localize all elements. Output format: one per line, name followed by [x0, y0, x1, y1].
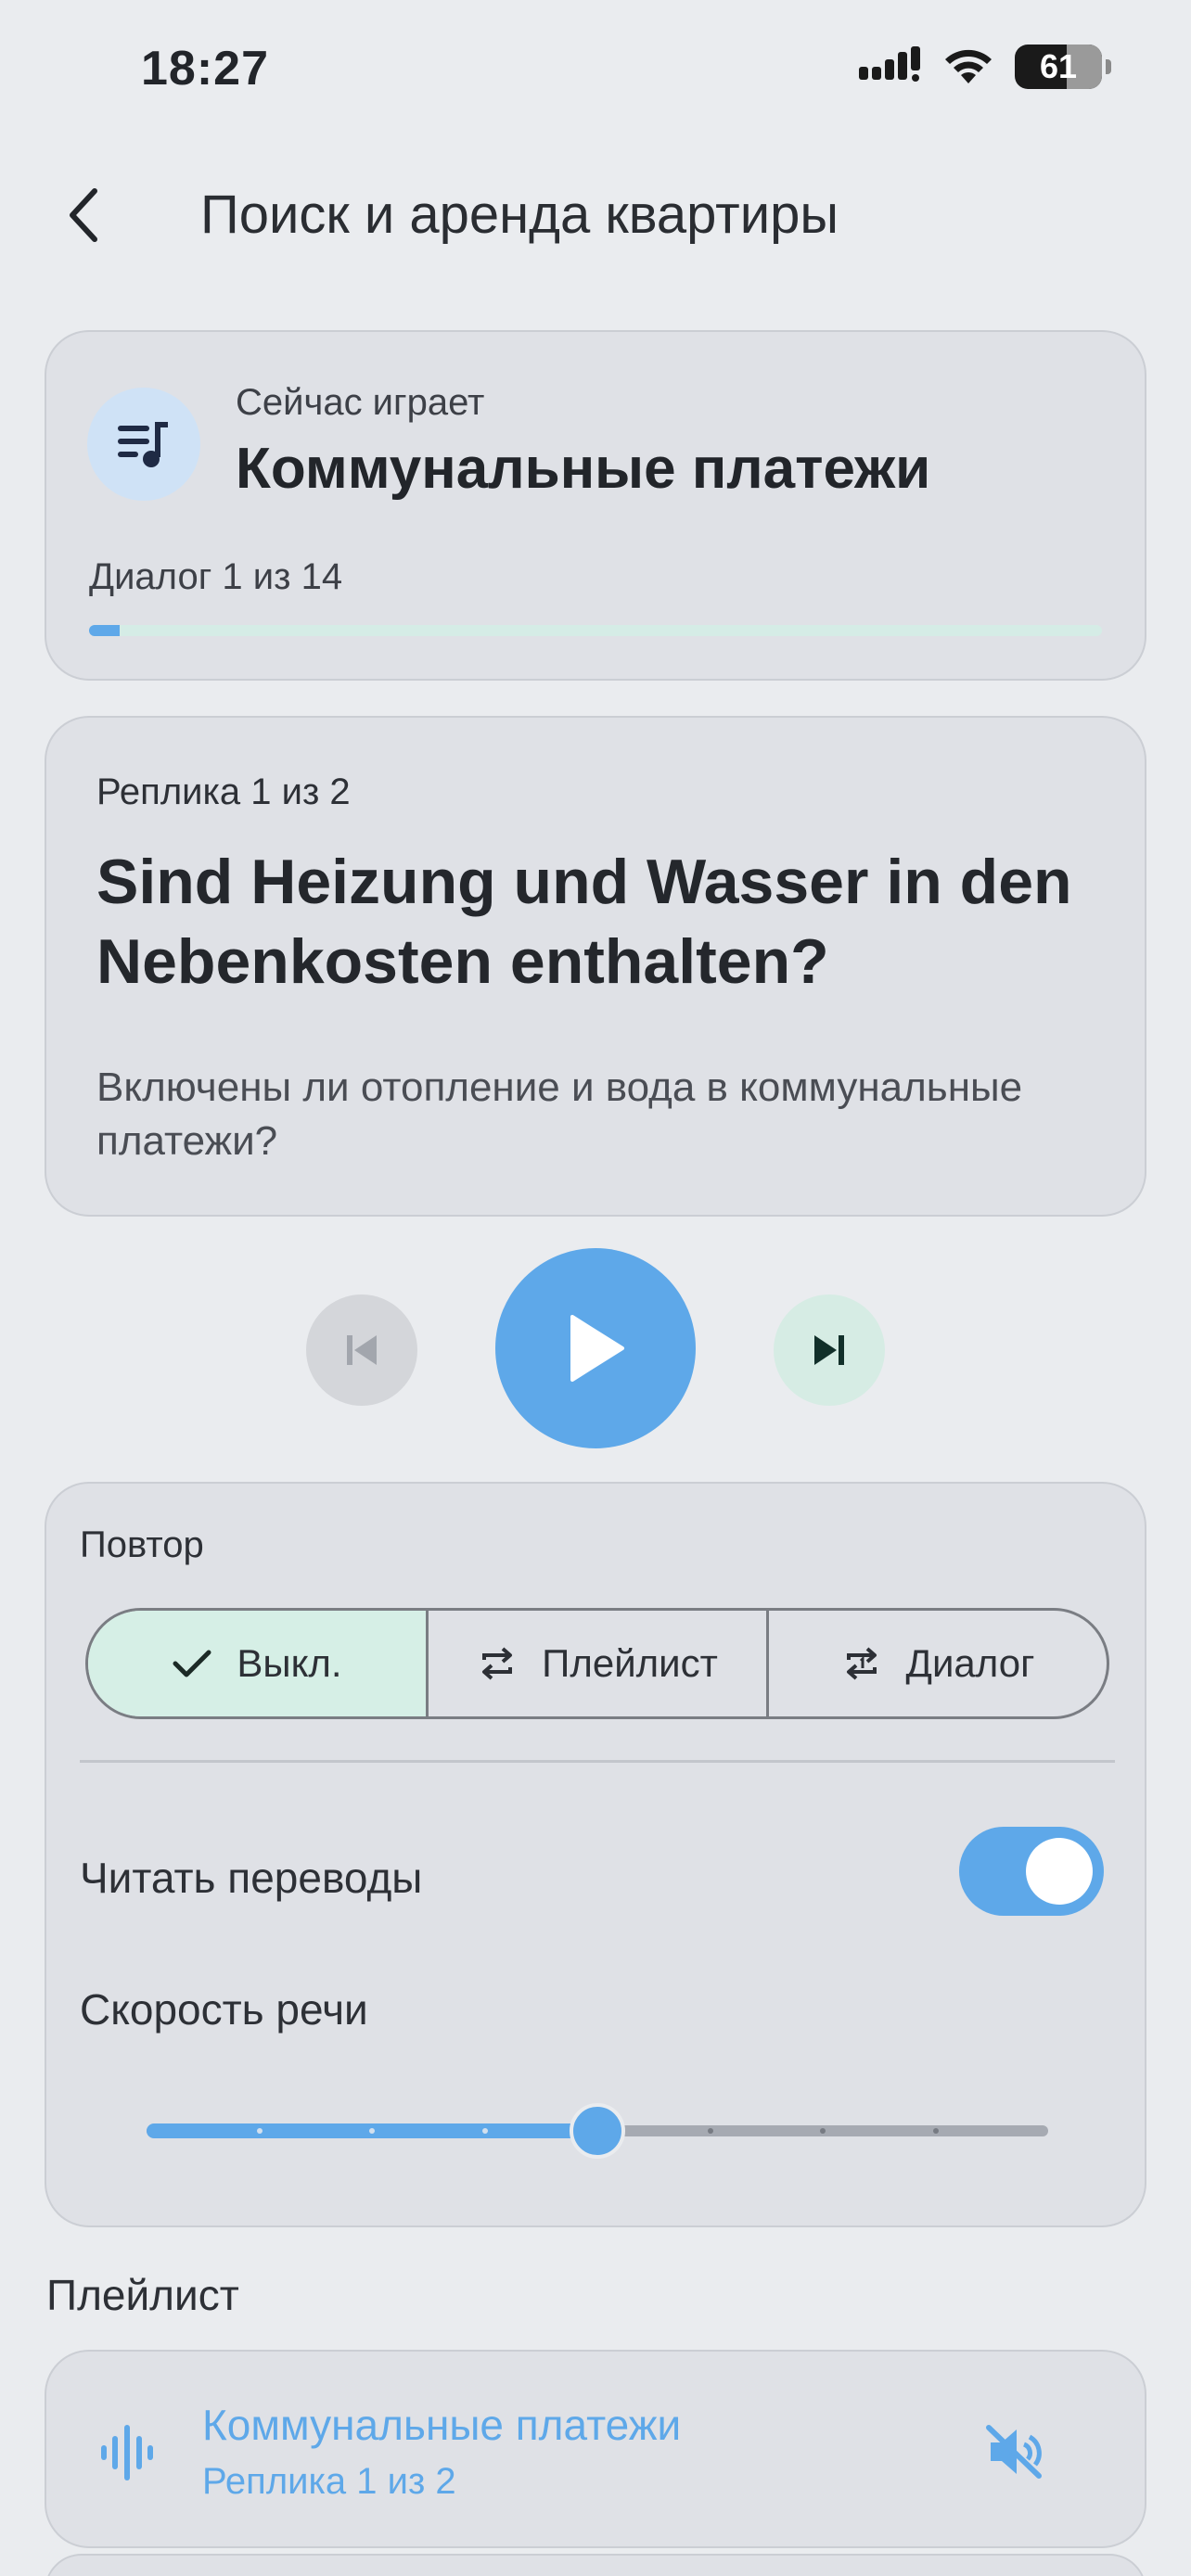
read-translations-toggle[interactable]: [959, 1827, 1104, 1916]
speech-speed-slider[interactable]: [147, 2103, 1048, 2159]
dialog-progress-fill: [89, 625, 120, 636]
slider-step-dot: [932, 2128, 939, 2134]
phrase-translation: Включены ли отопление и вода в коммуналь…: [96, 1065, 1023, 1164]
next-button[interactable]: [774, 1294, 885, 1406]
playlist-item-subtitle: Реплика 1 из 2: [202, 2461, 456, 2502]
playback-settings-card: Повтор Выкл. Плейлист Диалог Читать пере…: [45, 1482, 1146, 2227]
slider-step-dot: [256, 2128, 263, 2134]
read-translations-label: Читать переводы: [80, 1854, 423, 1902]
slider-step-dot: [820, 2128, 826, 2134]
previous-button[interactable]: [306, 1294, 417, 1406]
repeat-off-label: Выкл.: [237, 1641, 342, 1685]
slider-thumb[interactable]: [570, 2103, 625, 2159]
slider-step-dot: [481, 2128, 488, 2134]
cellular-signal-icon: [859, 46, 920, 82]
checkmark-icon: [173, 1650, 211, 1677]
waveform-icon: [95, 2420, 160, 2485]
skip-next-icon: [814, 1335, 844, 1365]
repeat-playlist-label: Плейлист: [542, 1641, 718, 1685]
chevron-left-icon: [70, 188, 97, 242]
back-button[interactable]: [46, 178, 121, 252]
slider-step-dot: [369, 2128, 375, 2134]
repeat-dialog-option[interactable]: Диалог: [769, 1611, 1107, 1716]
battery-level: 61: [1039, 47, 1078, 85]
repeat-one-icon: [846, 1647, 877, 1680]
dialog-progress-bar: [89, 625, 1102, 636]
speech-speed-label: Скорость речи: [80, 1985, 368, 2034]
wifi-icon: [945, 49, 992, 83]
playlist-heading: Плейлист: [46, 2271, 239, 2319]
play-icon: [570, 1315, 624, 1382]
repeat-icon: [482, 1647, 513, 1680]
skip-previous-icon: [347, 1335, 377, 1365]
now-playing-title: Коммунальные платежи: [236, 437, 931, 501]
phrase-card: Реплика 1 из 2 Sind Heizung und Wasser i…: [45, 716, 1146, 1217]
mute-button[interactable]: [980, 2417, 1050, 2487]
status-bar: 18:27 61: [0, 0, 1191, 139]
playlist-music-icon: [87, 388, 200, 501]
slider-step-dot: [707, 2128, 713, 2134]
status-icons: 61: [859, 45, 1111, 89]
app-header: Поиск и аренда квартиры: [0, 158, 1191, 269]
playlist-item[interactable]: Коммунальные платежи Реплика 1 из 2: [45, 2350, 1146, 2548]
settings-divider: [80, 1760, 1115, 1763]
toggle-knob: [1026, 1838, 1093, 1905]
playlist-item-title: Коммунальные платежи: [202, 2401, 682, 2449]
repeat-label: Повтор: [80, 1524, 204, 1565]
repeat-dialog-label: Диалог: [905, 1641, 1035, 1685]
play-button[interactable]: [495, 1248, 696, 1448]
dialog-progress-label: Диалог 1 из 14: [89, 556, 343, 597]
repeat-mode-selector: Выкл. Плейлист Диалог: [85, 1608, 1109, 1719]
now-playing-label: Сейчас играет: [236, 382, 485, 423]
status-time: 18:27: [141, 42, 269, 96]
playback-controls: [0, 1248, 1191, 1452]
volume-off-icon: [986, 2425, 1042, 2479]
repeat-off-option[interactable]: Выкл.: [88, 1611, 429, 1716]
phrase-german: Sind Heizung und Wasser in den Nebenkost…: [96, 847, 1072, 997]
phrase-counter: Реплика 1 из 2: [96, 772, 351, 812]
page-title: Поиск и аренда квартиры: [200, 185, 839, 245]
battery-indicator: 61: [1015, 45, 1111, 89]
now-playing-card: Сейчас играет Коммунальные платежи Диало…: [45, 330, 1146, 681]
playlist-item-next[interactable]: [45, 2554, 1146, 2576]
repeat-playlist-option[interactable]: Плейлист: [429, 1611, 769, 1716]
